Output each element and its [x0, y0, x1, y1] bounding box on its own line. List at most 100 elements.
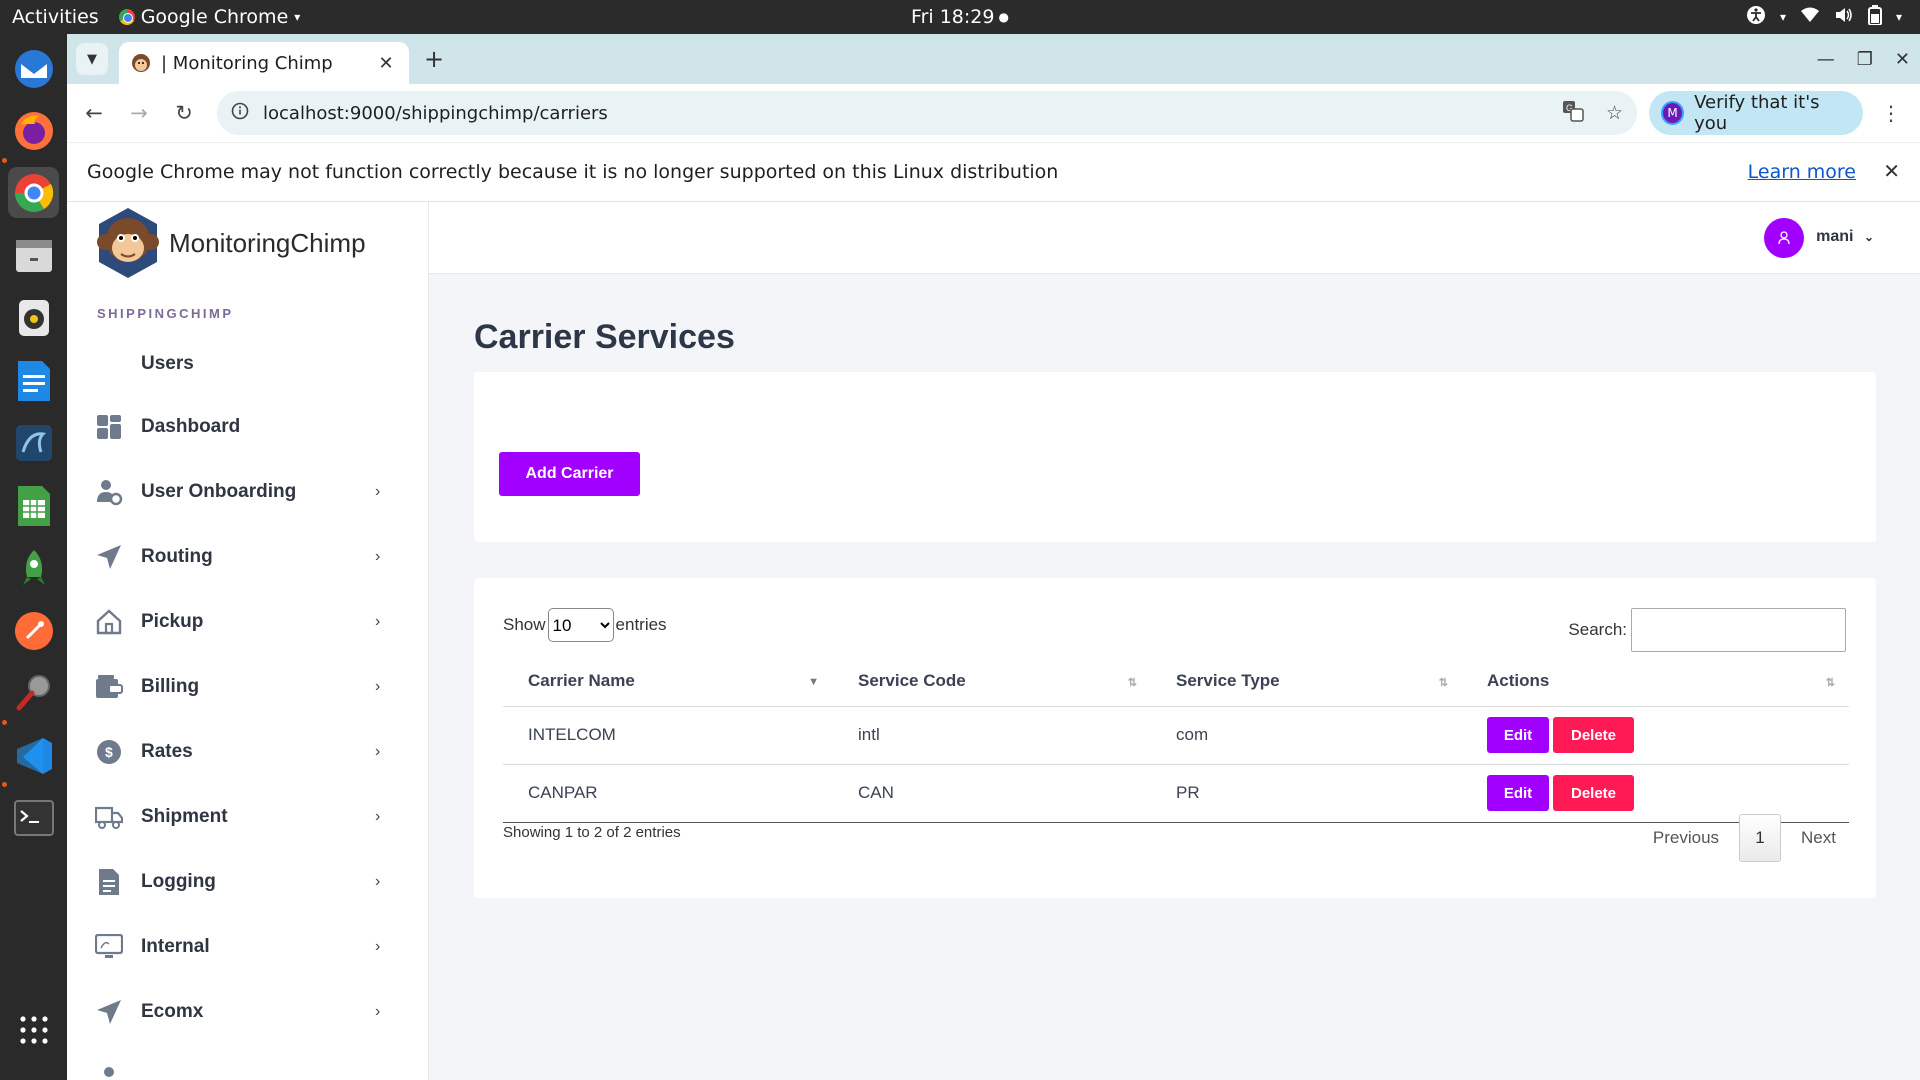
add-carrier-button[interactable]: Add Carrier	[499, 452, 640, 496]
unsupported-infobar: Google Chrome may not function correctly…	[67, 142, 1920, 202]
address-bar[interactable]: localhost:9000/shippingchimp/carriers G …	[217, 91, 1637, 135]
monkey-favicon-icon	[132, 54, 150, 72]
brand-logo[interactable]: MonitoringChimp	[95, 206, 366, 280]
sidebar-item-rates[interactable]: $ Rates ›	[95, 732, 395, 772]
mysql-workbench-icon[interactable]	[8, 417, 59, 468]
column-header-actions[interactable]: Actions ⇅	[1462, 656, 1849, 707]
reload-icon[interactable]: ↻	[167, 96, 201, 130]
new-tab-button[interactable]: +	[419, 44, 449, 74]
user-icon	[95, 1064, 123, 1080]
page-number-button[interactable]: 1	[1739, 814, 1782, 862]
forward-icon[interactable]: →	[122, 96, 156, 130]
next-page-button[interactable]: Next	[1801, 828, 1836, 848]
chevron-down-icon: ▼	[87, 51, 97, 67]
activities-button[interactable]: Activities	[12, 6, 99, 28]
calc-icon[interactable]	[8, 480, 59, 531]
pagination: Previous 1 Next	[1653, 814, 1836, 862]
sidebar-item-label: Shipment	[141, 806, 228, 827]
column-header-service-code[interactable]: Service Code ⇅	[833, 656, 1151, 707]
sidebar-item-label: Internal	[141, 936, 210, 957]
column-label: Actions	[1487, 670, 1550, 690]
previous-page-button[interactable]: Previous	[1653, 828, 1719, 848]
chevron-down-icon: ▾	[1895, 10, 1902, 24]
grid-icon	[95, 413, 123, 441]
firefox-icon[interactable]	[8, 105, 59, 156]
sidebar-item-ecomx[interactable]: Ecomx ›	[95, 992, 395, 1032]
chrome-dock-icon[interactable]	[8, 167, 59, 218]
sidebar-item-pickup[interactable]: Pickup ›	[95, 602, 395, 642]
microphone-icon[interactable]	[8, 667, 59, 718]
verify-identity-button[interactable]: M Verify that it's you	[1649, 91, 1863, 135]
delete-button[interactable]: Delete	[1553, 775, 1634, 811]
terminal-icon[interactable]	[8, 792, 59, 843]
vscode-icon[interactable]	[8, 730, 59, 781]
postman-icon[interactable]	[8, 605, 59, 656]
sidebar-item-routing[interactable]: Routing ›	[95, 537, 395, 577]
dock	[0, 34, 67, 1080]
edit-button[interactable]: Edit	[1487, 717, 1549, 753]
column-header-service-type[interactable]: Service Type ⇅	[1151, 656, 1462, 707]
battery-icon[interactable]	[1867, 4, 1882, 30]
table-info: Showing 1 to 2 of 2 entries	[503, 824, 681, 841]
truck-icon	[95, 803, 123, 831]
browser-toolbar: ← → ↻ localhost:9000/shippingchimp/carri…	[67, 84, 1920, 142]
sidebar-item-label: Logging	[141, 871, 216, 892]
chevron-down-icon: ▾	[1779, 10, 1786, 24]
user-menu[interactable]: mani ⌄	[1816, 228, 1874, 246]
maximize-icon[interactable]: ❐	[1857, 49, 1873, 70]
writer-icon[interactable]	[8, 355, 59, 406]
learn-more-link[interactable]: Learn more	[1748, 161, 1856, 183]
cell-service-type: com	[1151, 706, 1462, 765]
close-window-icon[interactable]: ✕	[1895, 49, 1910, 70]
sidebar-item-billing[interactable]: Billing ›	[95, 667, 395, 707]
search-input[interactable]	[1631, 608, 1846, 652]
monitor-icon	[95, 933, 123, 961]
app-menu[interactable]: Google Chrome ▾	[118, 6, 300, 28]
wifi-icon[interactable]	[1800, 6, 1820, 29]
column-label: Carrier Name	[528, 670, 635, 690]
show-apps-icon[interactable]	[8, 1004, 59, 1055]
sort-icon: ⇅	[1438, 677, 1448, 689]
minimize-icon[interactable]: —	[1817, 49, 1835, 70]
sidebar-item-label: Pickup	[141, 611, 204, 632]
more-options-icon[interactable]: ⋮	[1876, 96, 1906, 130]
sidebar-item-users[interactable]: Users	[95, 344, 395, 384]
translate-icon[interactable]: G	[1562, 100, 1584, 127]
sort-icon: ⇅	[1825, 677, 1835, 689]
close-infobar-icon[interactable]: ✕	[1883, 159, 1900, 183]
sidebar-item-dashboard[interactable]: Dashboard	[95, 407, 395, 447]
clock[interactable]: Fri 18:29	[911, 6, 994, 28]
edit-button[interactable]: Edit	[1487, 775, 1549, 811]
delete-button[interactable]: Delete	[1553, 717, 1634, 753]
tab-monitoring-chimp[interactable]: | Monitoring Chimp ✕	[119, 42, 409, 84]
sidebar-item-logging[interactable]: Logging ›	[95, 862, 395, 902]
document-icon	[95, 868, 123, 896]
tab-search-button[interactable]: ▼	[76, 43, 108, 75]
sidebar-item-user-onboarding[interactable]: User Onboarding ›	[95, 472, 395, 512]
user-avatar[interactable]	[1764, 218, 1804, 258]
chevron-right-icon: ›	[375, 938, 381, 955]
site-info-icon[interactable]	[231, 102, 249, 125]
sidebar-item-internal[interactable]: Internal ›	[95, 927, 395, 967]
volume-icon[interactable]	[1834, 6, 1854, 29]
table-row: INTELCOM intl com Edit Delete	[503, 706, 1849, 765]
back-icon[interactable]: ←	[77, 96, 111, 130]
profile-avatar: M	[1661, 101, 1685, 125]
wallet-icon	[95, 673, 123, 701]
brand-name: MonitoringChimp	[169, 227, 366, 258]
sidebar-item-partial[interactable]	[95, 1058, 395, 1080]
thunderbird-icon[interactable]	[8, 43, 59, 94]
page-length-select[interactable]: 10	[547, 608, 614, 642]
column-label: Service Type	[1176, 670, 1280, 690]
files-icon[interactable]	[8, 230, 59, 281]
sidebar-item-label: Ecomx	[141, 1001, 204, 1022]
sidebar-item-label: Users	[141, 353, 194, 374]
sidebar-item-shipment[interactable]: Shipment ›	[95, 797, 395, 837]
user-icon	[1778, 231, 1790, 245]
bookmark-star-icon[interactable]: ☆	[1606, 102, 1623, 124]
rocket-app-icon[interactable]	[8, 542, 59, 593]
close-tab-icon[interactable]: ✕	[375, 52, 397, 74]
column-header-carrier-name[interactable]: Carrier Name ▼	[503, 656, 833, 707]
rhythmbox-icon[interactable]	[8, 292, 59, 343]
accessibility-icon[interactable]	[1746, 5, 1766, 30]
